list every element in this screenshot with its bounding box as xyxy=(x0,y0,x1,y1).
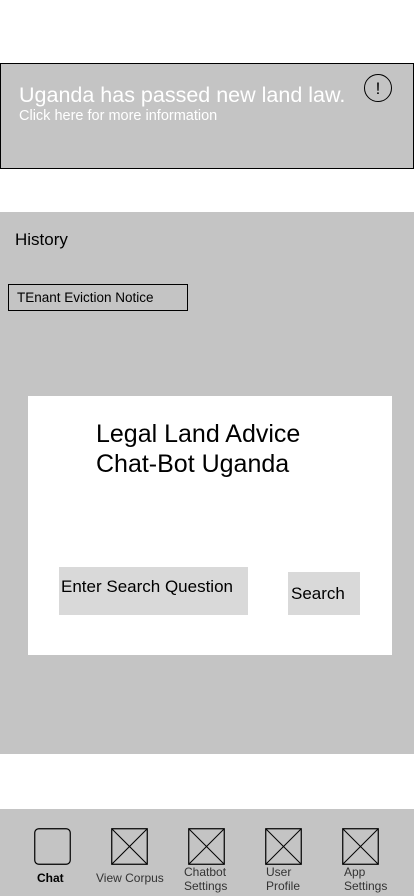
announcement-banner[interactable]: Uganda has passed new land law. Click he… xyxy=(0,63,414,169)
nav-label-app-settings-line1: App xyxy=(344,865,366,879)
chat-title-line1: Legal Land Advice xyxy=(96,420,301,448)
search-button[interactable]: Search xyxy=(288,572,360,615)
history-item-label: TEnant Eviction Notice xyxy=(17,290,154,305)
placeholder-image-icon xyxy=(188,828,225,865)
nav-label-view-corpus: View Corpus xyxy=(96,871,164,885)
nav-label-chat: Chat xyxy=(37,871,64,885)
chat-card: Legal Land Advice Chat-Bot Uganda Search xyxy=(28,396,392,655)
search-question-input[interactable] xyxy=(59,567,248,615)
placeholder-image-icon xyxy=(111,828,148,865)
chat-title-line2: Chat-Bot Uganda xyxy=(96,450,290,478)
nav-label-user-profile: User Profile xyxy=(266,865,300,893)
history-item[interactable]: TEnant Eviction Notice xyxy=(8,284,188,311)
alert-icon-glyph: ! xyxy=(375,78,381,98)
placeholder-image-icon xyxy=(342,828,379,865)
nav-label-chatbot-settings: Chatbot Settings xyxy=(184,865,227,893)
history-title: History xyxy=(15,230,68,249)
bottom-nav: Chat View Corpus Chatbot Settings User P… xyxy=(0,809,414,896)
banner-more-info-link[interactable]: Click here for more information xyxy=(19,108,217,124)
nav-label-app-settings: App Settings xyxy=(344,865,387,893)
nav-label-user-profile-line1: User xyxy=(266,865,292,879)
nav-label-chatbot-settings-line1: Chatbot xyxy=(184,865,227,879)
placeholder-image-icon xyxy=(265,828,302,865)
nav-label-chatbot-settings-line2: Settings xyxy=(184,879,228,893)
history-panel: History TEnant Eviction Notice Legal Lan… xyxy=(0,212,414,754)
chat-icon xyxy=(34,828,71,865)
banner-title[interactable]: Uganda has passed new land law. xyxy=(19,83,345,108)
chat-title: Legal Land Advice Chat-Bot Uganda xyxy=(96,419,300,479)
nav-label-user-profile-line2: Profile xyxy=(266,879,301,893)
alert-icon[interactable]: ! xyxy=(364,74,392,102)
nav-label-app-settings-line2: Settings xyxy=(344,879,388,893)
